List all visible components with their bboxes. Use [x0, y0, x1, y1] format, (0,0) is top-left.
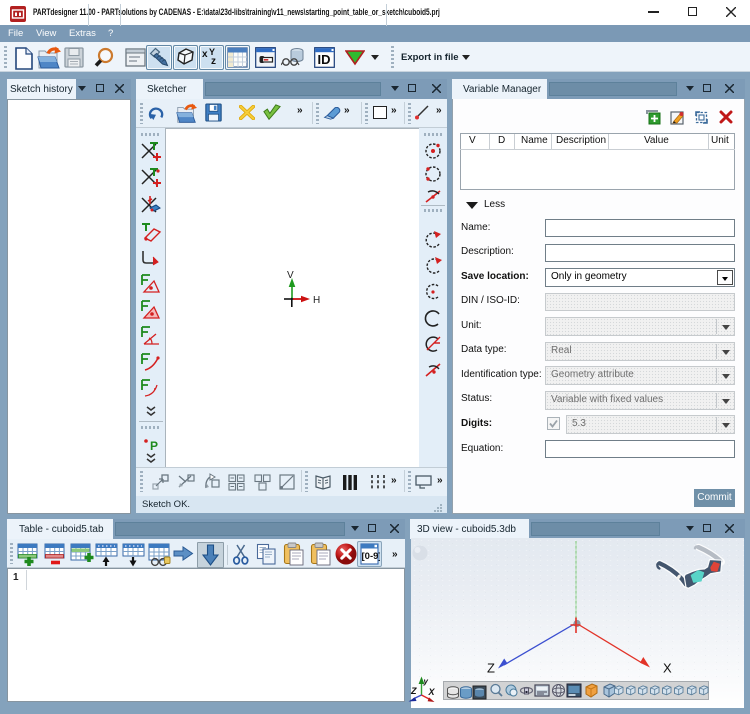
svg-text:Z: Z [487, 661, 495, 676]
svg-text:[0-9]: [0-9] [362, 551, 381, 562]
svg-text:P: P [150, 439, 158, 453]
svg-text:y: y [423, 677, 429, 686]
svg-text:H: H [313, 295, 320, 306]
svg-text:ID: ID [318, 52, 331, 67]
svg-text:X: X [428, 687, 436, 697]
svg-text:Z: Z [410, 686, 417, 696]
svg-text:V: V [287, 270, 294, 281]
svg-text:X: X [663, 661, 672, 676]
svg-text:x: x [202, 49, 208, 60]
svg-text:z: z [211, 56, 216, 67]
